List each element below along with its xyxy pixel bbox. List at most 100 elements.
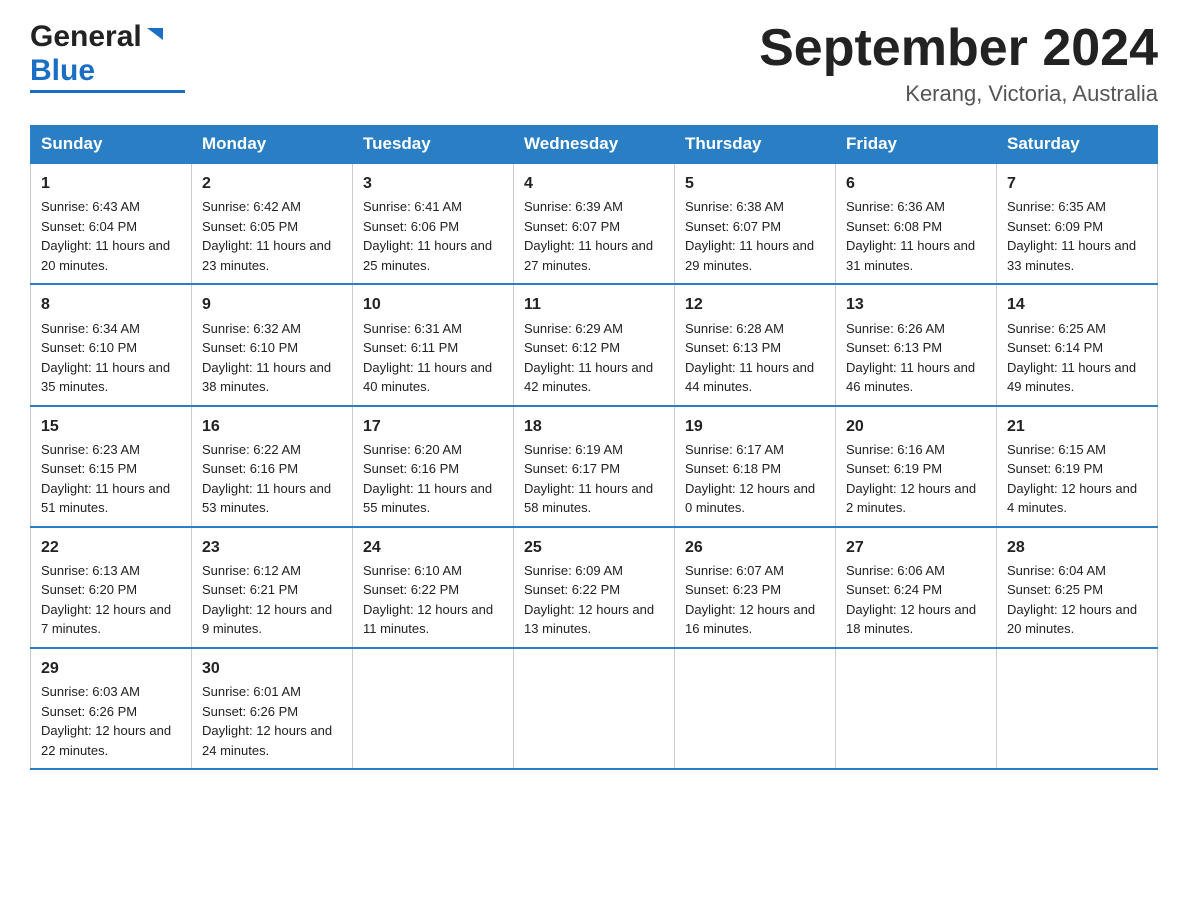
day-number: 16 (202, 415, 342, 438)
calendar-cell: 7Sunrise: 6:35 AMSunset: 6:09 PMDaylight… (997, 163, 1158, 284)
calendar-week-row: 1Sunrise: 6:43 AMSunset: 6:04 PMDaylight… (31, 163, 1158, 284)
day-number: 6 (846, 172, 986, 195)
calendar-cell: 12 Sunrise: 6:28 AMSunset: 6:13 PMDayligh… (675, 284, 836, 405)
logo-general-text: General (30, 20, 142, 54)
calendar-cell: 19Sunrise: 6:17 AMSunset: 6:18 PMDayligh… (675, 406, 836, 527)
day-info: Sunrise: 6:22 AMSunset: 6:16 PMDaylight:… (202, 440, 342, 518)
day-info: Sunrise: 6:25 AMSunset: 6:14 PMDaylight:… (1007, 319, 1147, 397)
day-number: 28 (1007, 536, 1147, 559)
calendar-cell: 2Sunrise: 6:42 AMSunset: 6:05 PMDaylight… (192, 163, 353, 284)
day-number: 15 (41, 415, 181, 438)
day-info: Sunrise: 6:19 AMSunset: 6:17 PMDaylight:… (524, 440, 664, 518)
day-number: 21 (1007, 415, 1147, 438)
logo: General Blue (30, 20, 185, 93)
calendar-cell: 20Sunrise: 6:16 AMSunset: 6:19 PMDayligh… (836, 406, 997, 527)
day-info: Sunrise: 6:28 AMSunset: 6:13 PMDaylight:… (685, 319, 825, 397)
day-info: Sunrise: 6:35 AMSunset: 6:09 PMDaylight:… (1007, 197, 1147, 275)
day-number: 1 (41, 172, 181, 195)
calendar-cell (514, 648, 675, 769)
day-info: Sunrise: 6:34 AMSunset: 6:10 PMDaylight:… (41, 319, 181, 397)
day-info: Sunrise: 6:07 AMSunset: 6:23 PMDaylight:… (685, 561, 825, 639)
weekday-header-thursday: Thursday (675, 126, 836, 164)
weekday-header-wednesday: Wednesday (514, 126, 675, 164)
location-subtitle: Kerang, Victoria, Australia (759, 81, 1158, 107)
day-number: 29 (41, 657, 181, 680)
calendar-cell: 6Sunrise: 6:36 AMSunset: 6:08 PMDaylight… (836, 163, 997, 284)
day-info: Sunrise: 6:16 AMSunset: 6:19 PMDaylight:… (846, 440, 986, 518)
day-number: 25 (524, 536, 664, 559)
day-number: 17 (363, 415, 503, 438)
day-info: Sunrise: 6:15 AMSunset: 6:19 PMDaylight:… (1007, 440, 1147, 518)
day-info: Sunrise: 6:01 AMSunset: 6:26 PMDaylight:… (202, 682, 342, 760)
day-number: 4 (524, 172, 664, 195)
day-info: Sunrise: 6:39 AMSunset: 6:07 PMDaylight:… (524, 197, 664, 275)
weekday-header-monday: Monday (192, 126, 353, 164)
day-number: 9 (202, 293, 342, 316)
day-number: 13 (846, 293, 986, 316)
calendar-cell: 30Sunrise: 6:01 AMSunset: 6:26 PMDayligh… (192, 648, 353, 769)
calendar-week-row: 15Sunrise: 6:23 AMSunset: 6:15 PMDayligh… (31, 406, 1158, 527)
day-info: Sunrise: 6:32 AMSunset: 6:10 PMDaylight:… (202, 319, 342, 397)
calendar-cell: 14Sunrise: 6:25 AMSunset: 6:14 PMDayligh… (997, 284, 1158, 405)
day-info: Sunrise: 6:04 AMSunset: 6:25 PMDaylight:… (1007, 561, 1147, 639)
calendar-table: SundayMondayTuesdayWednesdayThursdayFrid… (30, 125, 1158, 770)
title-block: September 2024 Kerang, Victoria, Austral… (759, 20, 1158, 107)
day-number: 23 (202, 536, 342, 559)
calendar-cell: 11Sunrise: 6:29 AMSunset: 6:12 PMDayligh… (514, 284, 675, 405)
day-number: 5 (685, 172, 825, 195)
weekday-header-friday: Friday (836, 126, 997, 164)
calendar-cell (997, 648, 1158, 769)
day-info: Sunrise: 6:20 AMSunset: 6:16 PMDaylight:… (363, 440, 503, 518)
day-number: 2 (202, 172, 342, 195)
calendar-cell: 15Sunrise: 6:23 AMSunset: 6:15 PMDayligh… (31, 406, 192, 527)
calendar-cell: 29Sunrise: 6:03 AMSunset: 6:26 PMDayligh… (31, 648, 192, 769)
day-info: Sunrise: 6:03 AMSunset: 6:26 PMDaylight:… (41, 682, 181, 760)
day-info: Sunrise: 6:12 AMSunset: 6:21 PMDaylight:… (202, 561, 342, 639)
calendar-cell (836, 648, 997, 769)
calendar-cell: 1Sunrise: 6:43 AMSunset: 6:04 PMDaylight… (31, 163, 192, 284)
day-number: 8 (41, 293, 181, 316)
calendar-cell: 21Sunrise: 6:15 AMSunset: 6:19 PMDayligh… (997, 406, 1158, 527)
day-info: Sunrise: 6:29 AMSunset: 6:12 PMDaylight:… (524, 319, 664, 397)
weekday-header-sunday: Sunday (31, 126, 192, 164)
calendar-cell (675, 648, 836, 769)
calendar-cell: 10Sunrise: 6:31 AMSunset: 6:11 PMDayligh… (353, 284, 514, 405)
calendar-cell: 24Sunrise: 6:10 AMSunset: 6:22 PMDayligh… (353, 527, 514, 648)
day-number: 24 (363, 536, 503, 559)
day-info: Sunrise: 6:31 AMSunset: 6:11 PMDaylight:… (363, 319, 503, 397)
weekday-header-saturday: Saturday (997, 126, 1158, 164)
day-info: Sunrise: 6:13 AMSunset: 6:20 PMDaylight:… (41, 561, 181, 639)
calendar-cell: 13Sunrise: 6:26 AMSunset: 6:13 PMDayligh… (836, 284, 997, 405)
calendar-cell: 4Sunrise: 6:39 AMSunset: 6:07 PMDaylight… (514, 163, 675, 284)
calendar-cell: 22Sunrise: 6:13 AMSunset: 6:20 PMDayligh… (31, 527, 192, 648)
day-number: 18 (524, 415, 664, 438)
day-number: 3 (363, 172, 503, 195)
calendar-cell: 8 Sunrise: 6:34 AMSunset: 6:10 PMDaylight… (31, 284, 192, 405)
calendar-cell: 26Sunrise: 6:07 AMSunset: 6:23 PMDayligh… (675, 527, 836, 648)
logo-underline (30, 90, 185, 93)
calendar-cell: 3Sunrise: 6:41 AMSunset: 6:06 PMDaylight… (353, 163, 514, 284)
day-info: Sunrise: 6:42 AMSunset: 6:05 PMDaylight:… (202, 197, 342, 275)
calendar-cell: 16Sunrise: 6:22 AMSunset: 6:16 PMDayligh… (192, 406, 353, 527)
day-number: 20 (846, 415, 986, 438)
day-info: Sunrise: 6:36 AMSunset: 6:08 PMDaylight:… (846, 197, 986, 275)
calendar-week-row: 8 Sunrise: 6:34 AMSunset: 6:10 PMDaylight… (31, 284, 1158, 405)
day-info: Sunrise: 6:06 AMSunset: 6:24 PMDaylight:… (846, 561, 986, 639)
day-number: 22 (41, 536, 181, 559)
calendar-cell: 27Sunrise: 6:06 AMSunset: 6:24 PMDayligh… (836, 527, 997, 648)
day-info: Sunrise: 6:41 AMSunset: 6:06 PMDaylight:… (363, 197, 503, 275)
calendar-cell: 28Sunrise: 6:04 AMSunset: 6:25 PMDayligh… (997, 527, 1158, 648)
calendar-week-row: 22Sunrise: 6:13 AMSunset: 6:20 PMDayligh… (31, 527, 1158, 648)
day-info: Sunrise: 6:10 AMSunset: 6:22 PMDaylight:… (363, 561, 503, 639)
calendar-cell: 18Sunrise: 6:19 AMSunset: 6:17 PMDayligh… (514, 406, 675, 527)
logo-blue-text: Blue (30, 54, 95, 87)
weekday-header-row: SundayMondayTuesdayWednesdayThursdayFrid… (31, 126, 1158, 164)
calendar-cell: 17Sunrise: 6:20 AMSunset: 6:16 PMDayligh… (353, 406, 514, 527)
day-number: 12 (685, 293, 825, 316)
day-info: Sunrise: 6:23 AMSunset: 6:15 PMDaylight:… (41, 440, 181, 518)
calendar-cell: 23Sunrise: 6:12 AMSunset: 6:21 PMDayligh… (192, 527, 353, 648)
day-number: 7 (1007, 172, 1147, 195)
calendar-cell (353, 648, 514, 769)
day-info: Sunrise: 6:17 AMSunset: 6:18 PMDaylight:… (685, 440, 825, 518)
day-number: 27 (846, 536, 986, 559)
